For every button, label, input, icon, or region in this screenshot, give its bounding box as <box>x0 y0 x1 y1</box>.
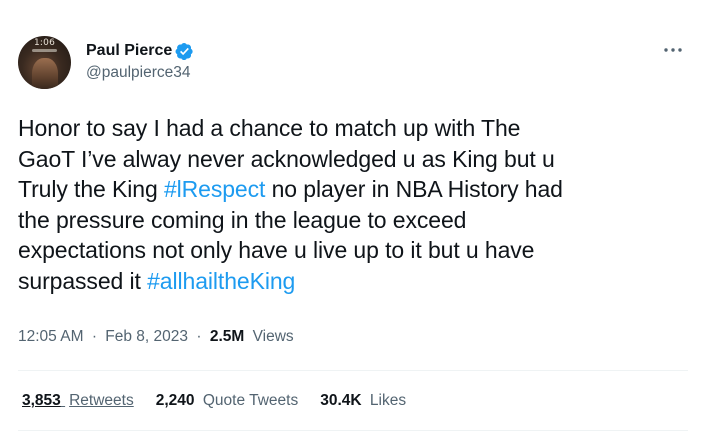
meta-separator: · <box>91 328 97 345</box>
avatar-clock-text: 1:06 <box>33 38 55 48</box>
tweet-card: 1:06 Paul Pierce @paulpierce34 Honor to … <box>0 0 704 435</box>
tweet-text-line: surpassed it #allhailtheKing <box>18 266 688 297</box>
author-display-name[interactable]: Paul Pierce <box>86 42 172 60</box>
likes-label: Likes <box>369 392 407 409</box>
tweet-text-line: the pressure coming in the league to exc… <box>18 205 688 236</box>
retweets-label: Retweets <box>69 392 134 409</box>
divider <box>18 370 688 371</box>
quote-tweets-link[interactable]: 2,240 Quote Tweets <box>156 392 298 410</box>
retweets-link[interactable]: 3,853 Retweets <box>22 392 134 410</box>
tweet-time[interactable]: 12:05 AM <box>18 328 84 345</box>
divider <box>18 430 688 431</box>
avatar-figure <box>32 58 58 89</box>
avatar-date-bar <box>32 49 57 52</box>
tweet-text-segment: surpassed it <box>18 267 148 294</box>
tweet-text-segment: GaoT I’ve alway never acknowledged u as … <box>18 145 555 172</box>
retweets-count: 3,853 <box>22 392 61 409</box>
avatar[interactable]: 1:06 <box>18 36 71 89</box>
hashtag-link[interactable]: #allhailtheKing <box>147 268 295 294</box>
more-options-icon <box>664 48 682 52</box>
quote-tweets-label: Quote Tweets <box>202 392 299 409</box>
tweet-text-line: expectations not only have u live up to … <box>18 235 688 266</box>
tweet-text-segment: the pressure coming in the league to exc… <box>18 206 467 233</box>
tweet-text-segment: Honor to say I had a chance to match up … <box>18 115 521 141</box>
tweet-text-segment: no player in NBA History had <box>265 176 563 202</box>
more-options-button[interactable] <box>658 40 688 60</box>
author-handle[interactable]: @paulpierce34 <box>86 64 191 82</box>
views-label: Views <box>252 328 294 345</box>
hashtag-link[interactable]: #lRespect <box>164 176 265 202</box>
tweet-text-line: Truly the King #lRespect no player in NB… <box>18 174 688 205</box>
tweet-stats: 3,853 Retweets 2,240 Quote Tweets 30.4K … <box>22 392 428 410</box>
tweet-text-line: GaoT I’ve alway never acknowledged u as … <box>18 144 688 175</box>
tweet-text-segment: expectations not only have u live up to … <box>18 237 535 263</box>
likes-link[interactable]: 30.4K Likes <box>320 392 406 410</box>
likes-count: 30.4K <box>320 392 362 409</box>
quote-tweets-count: 2,240 <box>155 392 195 409</box>
tweet-meta: 12:05 AM · Feb 8, 2023 · 2.5M Views <box>18 328 294 346</box>
tweet-date[interactable]: Feb 8, 2023 <box>105 328 188 345</box>
verified-badge-icon[interactable] <box>175 42 194 61</box>
tweet-text-line: Honor to say I had a chance to match up … <box>18 113 688 144</box>
tweet-text: Honor to say I had a chance to match up … <box>18 113 688 296</box>
meta-separator: · <box>196 328 202 345</box>
author-name-row: Paul Pierce <box>86 41 194 61</box>
views-count: 2.5M <box>209 328 245 345</box>
tweet-text-segment: Truly the King <box>18 176 164 202</box>
